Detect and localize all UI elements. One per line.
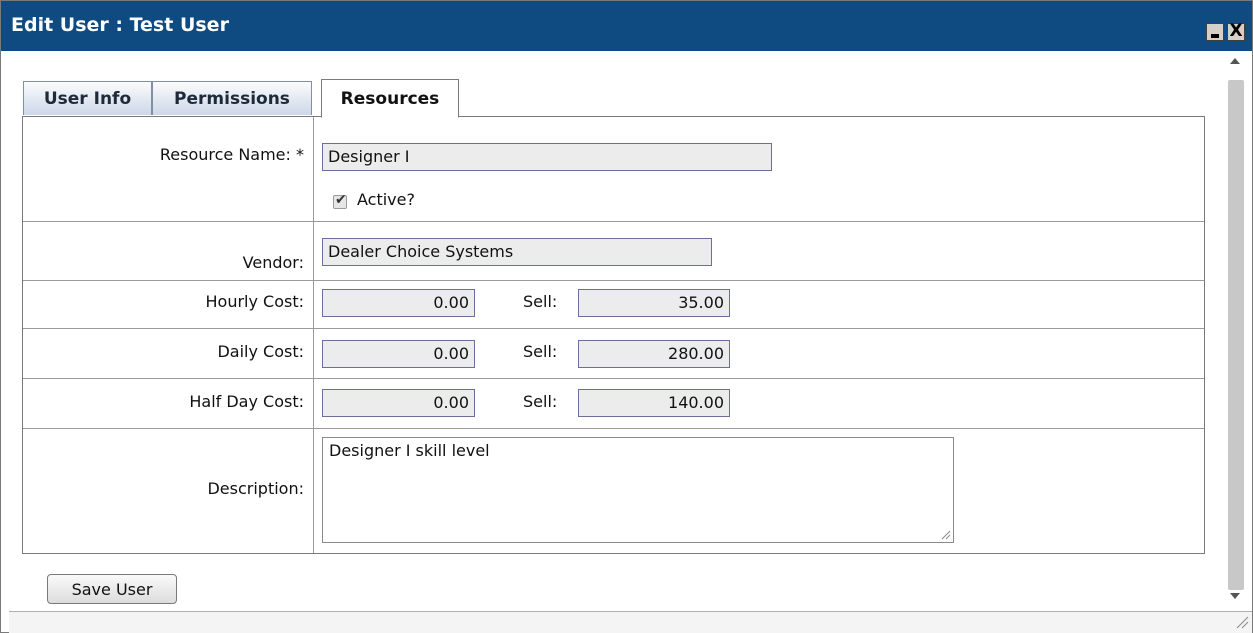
minimize-button[interactable] [1206,23,1224,41]
half-day-cost-label: Half Day Cost: [189,392,304,411]
chevron-up-icon[interactable] [1230,58,1240,64]
edit-user-window: Edit User : Test User X User Info Permis… [0,0,1253,633]
description-label: Description: [207,479,304,498]
hourly-cost-row: Hourly Cost: 0.00 Sell: 35.00 [23,281,1204,329]
active-checkbox[interactable]: ✔ [333,192,347,209]
daily-sell-label: Sell: [523,342,558,361]
window-title: Edit User : Test User [11,14,229,36]
hourly-sell-label: Sell: [523,292,558,311]
window-resize-grip-icon[interactable] [1235,615,1249,629]
daily-cost-label: Daily Cost: [217,342,304,361]
hourly-cost-label: Hourly Cost: [205,292,305,311]
close-icon: X [1229,21,1243,41]
vendor-label: Vendor: [242,253,304,272]
resource-form: Resource Name: * Designer I ✔ Active? Ve… [22,116,1205,554]
resource-name-label: Resource Name: * [159,145,304,164]
vertical-scrollbar[interactable] [1226,56,1248,606]
tab-permissions[interactable]: Permissions [152,81,312,115]
daily-sell-input[interactable]: 280.00 [578,340,730,368]
active-label: Active? [357,190,415,209]
chevron-down-icon[interactable] [1230,593,1240,599]
close-button[interactable]: X [1227,21,1245,41]
resource-name-row: Resource Name: * Designer I ✔ Active? [23,117,1204,222]
description-row: Description: Designer I skill level [23,429,1204,553]
daily-cost-input[interactable]: 0.00 [322,340,475,368]
half-day-cost-row: Half Day Cost: 0.00 Sell: 140.00 [23,379,1204,429]
minimize-icon [1211,34,1219,38]
resource-name-input[interactable]: Designer I [322,143,772,171]
tab-resources[interactable]: Resources [321,79,459,118]
half-day-cost-input[interactable]: 0.00 [322,389,475,417]
half-day-sell-label: Sell: [523,392,558,411]
save-user-button[interactable]: Save User [47,574,177,604]
hourly-sell-input[interactable]: 35.00 [578,289,730,317]
title-bar[interactable]: Edit User : Test User X [1,1,1252,51]
resize-grip-icon[interactable] [941,530,951,540]
status-bar [9,611,1252,633]
daily-cost-row: Daily Cost: 0.00 Sell: 280.00 [23,329,1204,379]
half-day-sell-input[interactable]: 140.00 [578,389,730,417]
vendor-row: Vendor: Dealer Choice Systems [23,222,1204,281]
vendor-input[interactable]: Dealer Choice Systems [322,238,712,266]
tab-user-info[interactable]: User Info [23,81,152,115]
description-textarea[interactable]: Designer I skill level [322,437,954,543]
checkmark-icon: ✔ [335,192,347,208]
scrollbar-thumb[interactable] [1228,80,1244,590]
hourly-cost-input[interactable]: 0.00 [322,289,475,317]
